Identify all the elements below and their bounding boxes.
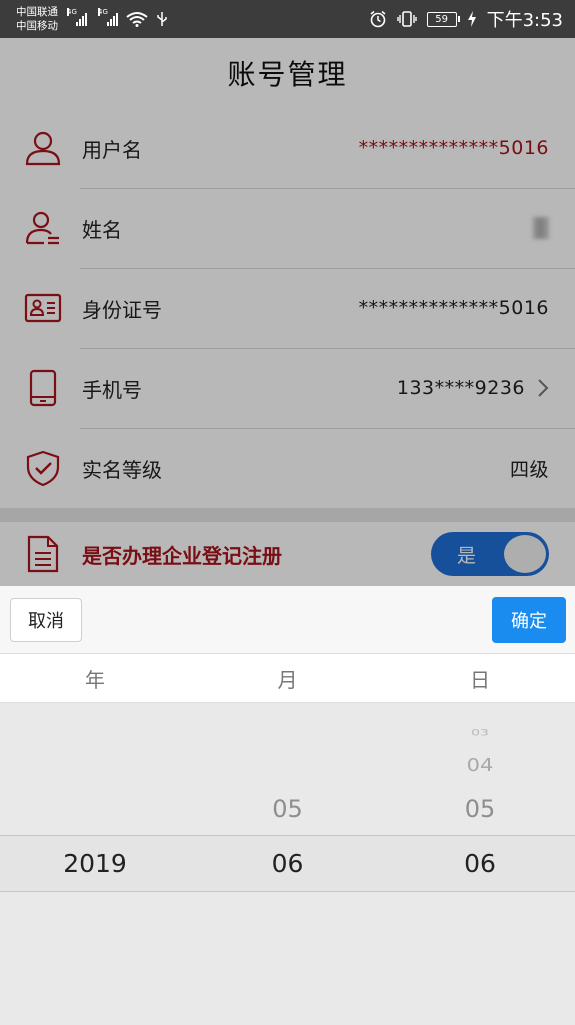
phone-row[interactable]: 手机号 133****9236 bbox=[0, 348, 575, 428]
id-number-row: 身份证号 **************5016 bbox=[0, 268, 575, 348]
name-value-mask bbox=[533, 217, 549, 239]
phone-icon bbox=[24, 369, 62, 407]
wifi-icon bbox=[126, 12, 148, 27]
month-option[interactable]: 05 bbox=[190, 795, 385, 823]
company-registration-label: 是否办理企业登记注册 bbox=[82, 543, 282, 568]
battery-icon: 59 bbox=[426, 11, 460, 27]
name-label: 姓名 bbox=[82, 217, 122, 242]
chevron-right-icon[interactable] bbox=[537, 378, 549, 398]
page-title: 账号管理 bbox=[227, 58, 348, 91]
id-number-value: **************5016 bbox=[358, 297, 549, 319]
carrier-2: 中国移动 bbox=[16, 20, 58, 32]
month-header: 月 bbox=[277, 667, 298, 692]
picker-wheel[interactable]: 2019 05 06 03 04 05 06 bbox=[0, 703, 575, 1025]
year-column[interactable]: 2019 bbox=[0, 703, 190, 1025]
day-selected[interactable]: 06 bbox=[385, 849, 575, 878]
network-type-2: 4G bbox=[98, 8, 108, 16]
id-number-label: 身份证号 bbox=[82, 297, 162, 322]
carrier-names: 中国联通 中国移动 bbox=[16, 5, 58, 33]
company-registration-row: 是否办理企业登记注册 是 bbox=[0, 522, 575, 586]
day-header: 日 bbox=[470, 667, 490, 692]
month-column[interactable]: 05 06 bbox=[190, 703, 385, 1025]
confirm-button[interactable]: 确定 bbox=[492, 596, 566, 643]
status-icons: 4G 4G bbox=[66, 8, 168, 27]
picker-toolbar: 取消 确定 bbox=[0, 586, 575, 654]
company-registration-toggle[interactable]: 是 bbox=[431, 532, 549, 576]
vibrate-icon bbox=[396, 11, 417, 27]
network-type-1: 4G bbox=[67, 8, 77, 16]
section-divider bbox=[0, 508, 575, 522]
username-value: **************5016 bbox=[358, 137, 549, 159]
verification-level-label: 实名等级 bbox=[82, 457, 162, 482]
username-label: 用户名 bbox=[82, 137, 142, 162]
toggle-knob bbox=[504, 535, 546, 573]
phone-value: 133****9236 bbox=[396, 377, 525, 399]
alarm-icon bbox=[370, 10, 386, 28]
charging-icon bbox=[467, 11, 476, 27]
day-option[interactable]: 03 bbox=[385, 728, 575, 738]
cancel-button[interactable]: 取消 bbox=[10, 597, 82, 642]
signal-icon: 4G bbox=[67, 8, 87, 26]
status-bar: 中国联通 中国移动 4G 4G 59 下午3:53 bbox=[0, 0, 575, 38]
shield-check-icon bbox=[24, 449, 62, 487]
user-card-icon bbox=[24, 209, 62, 247]
name-row: 姓名 bbox=[0, 188, 575, 268]
picker-column-headers: 年 月 日 bbox=[0, 654, 575, 703]
user-icon bbox=[24, 129, 62, 167]
page-header: 账号管理 bbox=[0, 38, 575, 108]
year-header: 年 bbox=[85, 667, 105, 692]
day-option[interactable]: 05 bbox=[385, 795, 575, 823]
id-card-icon bbox=[24, 289, 62, 327]
month-selected[interactable]: 06 bbox=[190, 849, 385, 878]
carrier-1: 中国联通 bbox=[16, 6, 58, 18]
account-info-list: 用户名 **************5016 姓名 身份证号 ********* bbox=[0, 108, 575, 508]
status-right: 59 下午3:53 bbox=[369, 6, 563, 32]
usb-icon bbox=[157, 12, 167, 26]
document-icon bbox=[24, 535, 62, 573]
status-time: 下午3:53 bbox=[486, 10, 563, 31]
status-left: 中国联通 中国移动 4G 4G bbox=[16, 5, 168, 33]
toggle-text: 是 bbox=[457, 544, 477, 567]
day-option[interactable]: 04 bbox=[385, 755, 575, 775]
verification-level-row: 实名等级 四级 bbox=[0, 428, 575, 508]
phone-label: 手机号 bbox=[82, 377, 142, 402]
username-row: 用户名 **************5016 bbox=[0, 108, 575, 188]
verification-level-value: 四级 bbox=[509, 458, 549, 481]
signal-icon-2: 4G bbox=[98, 8, 118, 26]
day-column[interactable]: 03 04 05 06 bbox=[385, 703, 575, 1025]
year-selected[interactable]: 2019 bbox=[0, 849, 190, 878]
date-picker: 取消 确定 年 月 日 2019 05 06 03 04 05 06 bbox=[0, 586, 575, 1025]
